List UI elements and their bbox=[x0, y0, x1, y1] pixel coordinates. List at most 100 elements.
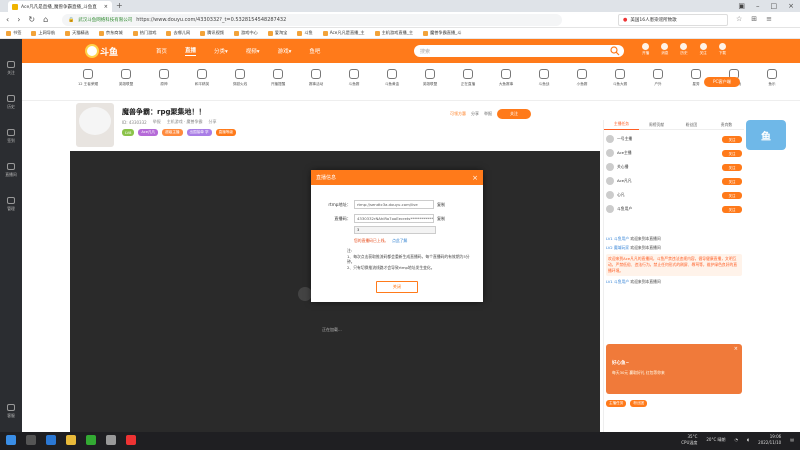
close-window-icon[interactable]: × bbox=[788, 2, 794, 10]
nav-0[interactable]: 首页 bbox=[156, 47, 167, 55]
code-field[interactable]: 4330332rNAhiRo7ooEecrets************* bbox=[354, 214, 434, 223]
close-promo-icon[interactable]: × bbox=[734, 346, 738, 352]
promo-banner[interactable]: × 好心鱼~ 每天30元 赢取好礼 红包等你来 bbox=[606, 344, 742, 394]
close-icon[interactable]: × bbox=[472, 174, 478, 182]
category-item[interactable]: 赛事活动 bbox=[306, 69, 326, 87]
line-select[interactable]: 3 bbox=[354, 226, 436, 234]
rtmp-field[interactable]: rtmp://sendtc3a.douyu.com/live bbox=[354, 200, 434, 209]
bookmark-item[interactable]: 腾讯视频 bbox=[200, 30, 224, 36]
rank-avatar[interactable] bbox=[606, 191, 614, 199]
new-tab-button[interactable]: + bbox=[116, 1, 123, 11]
nav-5[interactable]: 鱼吧 bbox=[309, 47, 320, 55]
room-tag[interactable]: LV8 bbox=[122, 129, 135, 136]
rail-item-0[interactable]: 关注 bbox=[0, 53, 22, 83]
search-taskbar-icon[interactable] bbox=[26, 435, 36, 445]
chat-user[interactable]: LV2 魔域玩家 bbox=[606, 245, 629, 250]
extensions-icon[interactable]: ⊞ bbox=[751, 15, 757, 23]
bookmark-item[interactable]: 魔兽争霸直播_斗 bbox=[423, 30, 461, 36]
weather-text[interactable]: 20°C 晴朗 bbox=[706, 437, 725, 443]
rail-item-2[interactable]: 签到 bbox=[0, 121, 22, 151]
panel-tab-3[interactable]: 贵宾数 bbox=[709, 120, 744, 130]
notification-icon[interactable]: ▤ bbox=[790, 437, 794, 442]
bookmark-item[interactable]: 斗鱼 bbox=[297, 30, 313, 36]
rank-avatar[interactable] bbox=[606, 205, 614, 213]
rank-follow-button[interactable]: 关注 bbox=[722, 205, 742, 213]
header-icon-item[interactable]: 开播 bbox=[642, 43, 649, 56]
nav-3[interactable]: 视频▾ bbox=[246, 47, 260, 55]
skin-icon[interactable]: ▣ bbox=[738, 2, 745, 10]
room-tag[interactable]: 超级主播 bbox=[162, 129, 183, 136]
bookmark-item[interactable]: 热门游戏 bbox=[132, 30, 156, 36]
windows-start-icon[interactable] bbox=[6, 435, 16, 445]
close-modal-button[interactable]: 关闭 bbox=[376, 281, 418, 293]
follow-button[interactable]: 关注 bbox=[497, 109, 531, 119]
copy-rtmp-button[interactable]: 复制 bbox=[437, 202, 445, 208]
bookmark-item[interactable]: 上网导航 bbox=[31, 30, 55, 36]
news-search-box[interactable]: ● 美国16人患染谣所致歌 bbox=[618, 14, 728, 26]
share-button[interactable]: 分享 bbox=[471, 111, 479, 117]
rank-follow-button[interactable]: 关注 bbox=[722, 191, 742, 199]
chat-user[interactable]: LV1 斗鱼用户 bbox=[606, 236, 629, 241]
header-icon-item[interactable]: 下载 bbox=[719, 43, 726, 56]
header-icon-item[interactable]: 历史 bbox=[680, 43, 688, 56]
panel-tab-1[interactable]: 周榜贡献 bbox=[639, 120, 674, 130]
panel-bottom-item[interactable]: 主播任务 bbox=[606, 400, 627, 407]
home-icon[interactable]: ⌂ bbox=[43, 15, 48, 24]
search-icon[interactable] bbox=[610, 46, 620, 56]
room-tag[interactable]: 直播等级 bbox=[215, 129, 237, 136]
clock[interactable]: 19:06 2022/11/10 bbox=[758, 434, 781, 445]
bookmark-item[interactable]: 主机游戏直播_主 bbox=[374, 30, 413, 36]
level-text[interactable]: 可领方惠 bbox=[450, 111, 466, 117]
rank-follow-button[interactable]: 关注 bbox=[722, 135, 742, 143]
category-item[interactable]: 正在直播 bbox=[458, 69, 478, 87]
room-tag[interactable]: Ace凡凡 bbox=[138, 129, 159, 136]
category-item[interactable]: 和平精英 bbox=[192, 69, 212, 87]
bookmark-item[interactable]: 京东商城 bbox=[98, 30, 123, 36]
category-item[interactable]: 斗鱼黄金 bbox=[382, 69, 402, 87]
category-item[interactable]: 英雄联盟 bbox=[420, 69, 440, 87]
bookmark-item[interactable]: 游戏中心 bbox=[233, 30, 258, 36]
category-item[interactable]: 斗鱼战 bbox=[534, 69, 554, 87]
weibo-icon[interactable] bbox=[126, 435, 136, 445]
nav-4[interactable]: 游戏▾ bbox=[278, 47, 292, 55]
header-icon-item[interactable]: 关注 bbox=[700, 43, 707, 56]
learn-more-link[interactable]: 点此了解 bbox=[392, 238, 407, 244]
panel-bottom-item[interactable]: 粉丝团 bbox=[630, 400, 648, 407]
report-button[interactable]: 举报 bbox=[484, 111, 492, 117]
category-item[interactable]: 开播提醒 bbox=[268, 69, 288, 87]
anchor-avatar[interactable] bbox=[76, 103, 114, 147]
room-tag[interactable]: 出国接单 学 bbox=[186, 129, 212, 136]
bookmark-item[interactable]: 天猫精选 bbox=[65, 30, 89, 36]
browser-tab[interactable]: Ace凡凡是直播_魔兽争霸直播_斗鱼直 × bbox=[8, 1, 112, 12]
category-item[interactable]: 小鱼赛 bbox=[572, 69, 592, 87]
category-item[interactable]: 原神 bbox=[154, 69, 174, 87]
rail-item-4[interactable]: 管理 bbox=[0, 189, 22, 219]
chat-user[interactable]: LV1 斗鱼用户 bbox=[606, 279, 629, 284]
panel-tab-0[interactable]: 主播任务 bbox=[604, 119, 639, 130]
category-item[interactable]: 英雄联盟 bbox=[116, 69, 136, 87]
file-icon[interactable] bbox=[106, 435, 116, 445]
rank-avatar[interactable] bbox=[606, 135, 614, 143]
rail-item-1[interactable]: 历史 bbox=[0, 87, 22, 117]
rank-avatar[interactable] bbox=[606, 177, 614, 185]
url-input[interactable]: 🔒 武汉斗鱼网络科技有限公司 https://www.douyu.com/433… bbox=[62, 14, 562, 26]
rail-item-5[interactable]: 客服 bbox=[0, 396, 22, 426]
menu-icon[interactable]: ≡ bbox=[766, 15, 772, 23]
rank-follow-button[interactable]: 关注 bbox=[722, 177, 742, 185]
browser-app-icon[interactable] bbox=[86, 435, 96, 445]
bookmark-item[interactable]: 书签 bbox=[6, 30, 21, 36]
rank-avatar[interactable] bbox=[606, 163, 614, 171]
panel-tab-2[interactable]: 粉丝团 bbox=[674, 120, 709, 130]
wifi-icon[interactable]: ◔ bbox=[735, 437, 739, 442]
star-icon[interactable]: ☆ bbox=[736, 15, 742, 23]
bookmark-item[interactable]: Ace凡凡是直播_主 bbox=[322, 30, 365, 36]
forward-icon[interactable]: › bbox=[17, 15, 20, 24]
category-item[interactable]: 鱼乐 bbox=[762, 69, 782, 87]
nav-2[interactable]: 分类▾ bbox=[214, 47, 228, 55]
bookmark-item[interactable]: 去哪儿网 bbox=[166, 30, 190, 36]
minimize-icon[interactable]: – bbox=[756, 2, 760, 10]
category-item[interactable]: 12 王者荣耀 bbox=[78, 69, 98, 87]
nav-1[interactable]: 直播 bbox=[185, 46, 197, 56]
edge-icon[interactable] bbox=[46, 435, 56, 445]
category-item[interactable]: 大鱼赛事 bbox=[496, 69, 516, 87]
